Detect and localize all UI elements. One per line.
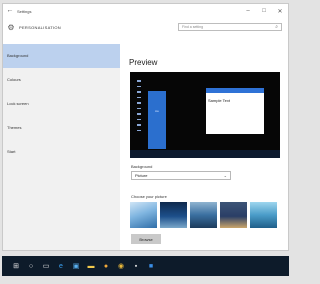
picture-thumbnail[interactable]	[130, 202, 157, 228]
picture-thumbnail[interactable]	[220, 202, 247, 228]
sidebar-item-themes[interactable]: Themes	[3, 116, 120, 140]
sidebar-item-background[interactable]: Background	[3, 44, 120, 68]
sidebar-item-colours[interactable]: Colours	[3, 68, 120, 92]
sidebar-item-start[interactable]: Start	[3, 140, 120, 164]
preview-desktop-icons	[136, 76, 144, 158]
preview-start-menu	[148, 91, 166, 149]
preview-window	[206, 88, 264, 134]
preview-sample-text: Sample Text	[208, 98, 230, 103]
page-title: PERSONALISATION	[19, 24, 61, 30]
background-label: Background	[131, 164, 153, 169]
preview-tile-text: Aa	[155, 109, 159, 113]
taskbar: ⊞ ○ ▭ e ▣ ▬ ● ◉ ▪ ■	[2, 256, 289, 276]
edge-icon[interactable]: e	[55, 260, 67, 272]
sidebar: Background Colours Lock screen Themes St…	[3, 44, 120, 250]
desktop-preview: Aa Sample Text	[130, 72, 280, 158]
maximize-button[interactable]: □	[256, 8, 272, 14]
preview-taskbar	[130, 150, 280, 158]
app-icon[interactable]: ▪	[130, 260, 142, 272]
gear-icon: ⚙	[7, 22, 15, 32]
picture-thumbnail[interactable]	[160, 202, 187, 228]
picture-thumbnails	[130, 202, 280, 228]
picture-thumbnail[interactable]	[190, 202, 217, 228]
close-button[interactable]: ✕	[272, 8, 288, 15]
minimize-button[interactable]: –	[240, 8, 256, 14]
background-dropdown[interactable]: Picture ⌄	[131, 171, 231, 180]
chrome-icon[interactable]: ◉	[115, 260, 127, 272]
search-placeholder: Find a setting	[182, 25, 204, 29]
search-input[interactable]: Find a setting ⌕	[178, 23, 282, 31]
page-header: ⚙ PERSONALISATION Find a setting ⌕	[3, 18, 288, 36]
sidebar-item-lock-screen[interactable]: Lock screen	[3, 92, 120, 116]
choose-picture-label: Choose your picture	[131, 194, 167, 199]
window-title: Settings	[17, 8, 32, 14]
store-icon[interactable]: ▣	[70, 260, 82, 272]
preview-heading: Preview	[129, 58, 158, 67]
mail-icon[interactable]: ●	[100, 260, 112, 272]
background-dropdown-value: Picture	[135, 173, 148, 178]
title-bar: ← Settings – □ ✕	[3, 4, 288, 18]
task-view-icon[interactable]: ▭	[40, 260, 52, 272]
main-content: Preview Aa Sample Text Background Pictur…	[125, 44, 285, 250]
folder-icon[interactable]: ▬	[85, 260, 97, 272]
settings-window: ← Settings – □ ✕ ⚙ PERSONALISATION Find …	[2, 3, 289, 251]
browse-button[interactable]: Browse	[131, 234, 161, 244]
arrow-left-icon[interactable]: ←	[3, 4, 17, 18]
search-icon: ⌕	[275, 24, 278, 30]
picture-thumbnail[interactable]	[250, 202, 277, 228]
windows-icon[interactable]: ⊞	[10, 260, 22, 272]
search-icon[interactable]: ○	[25, 260, 37, 272]
settings-icon[interactable]: ■	[145, 260, 157, 272]
chevron-down-icon: ⌄	[223, 173, 227, 178]
